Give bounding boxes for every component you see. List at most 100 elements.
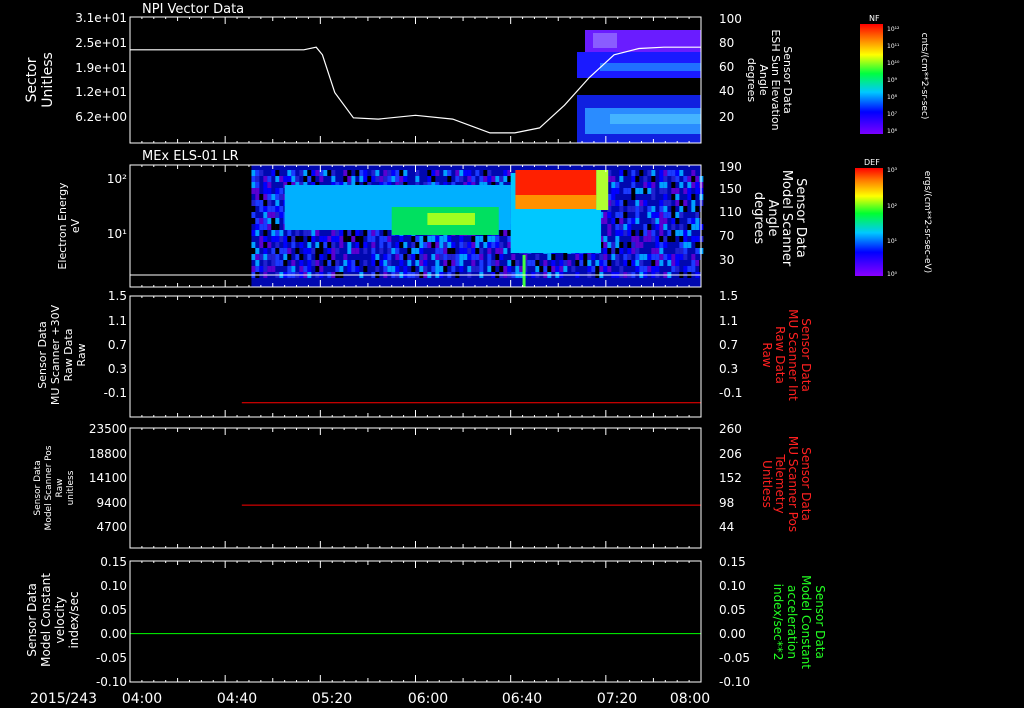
els-pixel: [363, 242, 368, 248]
els-pixel: [347, 230, 352, 236]
els-pixel: [339, 236, 344, 242]
els-pixel-empty: [355, 260, 360, 266]
els-pixel-empty: [695, 242, 700, 248]
els-pixel: [675, 200, 680, 206]
els-pixel: [343, 254, 348, 260]
els-pixel: [251, 242, 256, 248]
panel3-ylabel-line: Raw: [75, 343, 88, 366]
els-pixel: [675, 260, 680, 266]
els-pixel: [299, 242, 304, 248]
els-pixel: [251, 182, 256, 188]
els-pixel: [587, 266, 592, 272]
els-pixel: [635, 236, 640, 242]
els-pixel: [307, 242, 312, 248]
els-pixel: [379, 176, 384, 182]
els-pixel-empty: [351, 230, 356, 236]
els-pixel: [683, 266, 688, 272]
els-pixel: [675, 212, 680, 218]
els-pixel: [527, 260, 532, 266]
els-pixel: [383, 266, 388, 272]
els-pixel: [259, 224, 264, 230]
els-pixel: [327, 236, 332, 242]
els-pixel: [487, 170, 492, 176]
els-pixel: [279, 194, 284, 200]
els-pixel-empty: [643, 188, 648, 194]
els-pixel: [511, 254, 516, 260]
els-pixel: [299, 170, 304, 176]
els-pixel: [351, 266, 356, 272]
panel1-left-tick: 6.2e+00: [75, 110, 127, 124]
panel-model-constant: Sensor Data Model Constant velocity inde…: [25, 555, 827, 689]
els-pixel: [611, 248, 616, 254]
els-pixel: [683, 248, 688, 254]
els-pixel: [647, 236, 652, 242]
els-pixel: [459, 254, 464, 260]
els-pixel: [255, 230, 260, 236]
els-pixel: [335, 248, 340, 254]
els-pixel: [467, 248, 472, 254]
els-pixel: [431, 236, 436, 242]
els-pixel: [415, 176, 420, 182]
els-pixel: [275, 254, 280, 260]
els-pixel: [579, 254, 584, 260]
els-pixel-empty: [495, 254, 500, 260]
els-pixel: [683, 188, 688, 194]
els-pixel: [675, 188, 680, 194]
els-pixel: [327, 260, 332, 266]
els-pixel: [643, 236, 648, 242]
els-pixel-empty: [299, 236, 304, 242]
els-pixel: [259, 170, 264, 176]
els-pixel: [479, 254, 484, 260]
els-pixel: [659, 248, 664, 254]
colorbar-nf-bar: [860, 24, 883, 134]
els-pixel-empty: [383, 230, 388, 236]
els-pixel: [291, 260, 296, 266]
els-pixel: [531, 260, 536, 266]
els-pixel: [615, 230, 620, 236]
panel5-left-tick: 0.15: [100, 555, 127, 569]
els-pixel: [287, 170, 292, 176]
els-pixel: [679, 212, 684, 218]
colorbar-def-units: ergs/(cm**2-sr-sec-eV): [922, 171, 932, 273]
els-pixel: [563, 260, 568, 266]
els-pixel: [607, 212, 612, 218]
els-pixel: [667, 254, 672, 260]
els-pixel: [387, 242, 392, 248]
panel4-left-tick: 23500: [89, 422, 127, 436]
els-pixel: [471, 176, 476, 182]
els-pixel: [515, 260, 520, 266]
els-pixel-empty: [307, 170, 312, 176]
els-pixel-empty: [251, 248, 256, 254]
els-pixel: [279, 248, 284, 254]
panel5-ylabel-line: Model Constant: [39, 573, 53, 667]
els-pixel-empty: [483, 236, 488, 242]
els-pixel: [459, 242, 464, 248]
els-pixel: [399, 254, 404, 260]
els-pixel: [671, 224, 676, 230]
els-pixel: [423, 266, 428, 272]
time-axis: 2015/243 04:00 04:40 05:20 06:00 06:40 0…: [30, 691, 710, 707]
els-pixel: [687, 194, 692, 200]
panel4-left-tick: 9400: [96, 496, 127, 510]
els-pixel: [419, 254, 424, 260]
els-pixel: [387, 176, 392, 182]
els-pixel: [543, 266, 548, 272]
panel5-left-tick: -0.05: [96, 651, 127, 665]
els-pixel: [275, 200, 280, 206]
els-pixel: [459, 248, 464, 254]
els-pixel: [675, 230, 680, 236]
els-pixel: [447, 236, 452, 242]
els-pixel: [467, 254, 472, 260]
els-pixel: [615, 188, 620, 194]
els-pixel-empty: [347, 170, 352, 176]
els-pixel-empty: [403, 254, 408, 260]
els-pixel-empty: [499, 266, 504, 272]
els-pixel: [631, 218, 636, 224]
els-pixel: [375, 230, 380, 236]
els-pixel: [643, 200, 648, 206]
els-pixel: [435, 236, 440, 242]
els-pixel: [303, 170, 308, 176]
els-pixel: [627, 230, 632, 236]
els-pixel: [499, 248, 504, 254]
els-pixel: [691, 206, 696, 212]
